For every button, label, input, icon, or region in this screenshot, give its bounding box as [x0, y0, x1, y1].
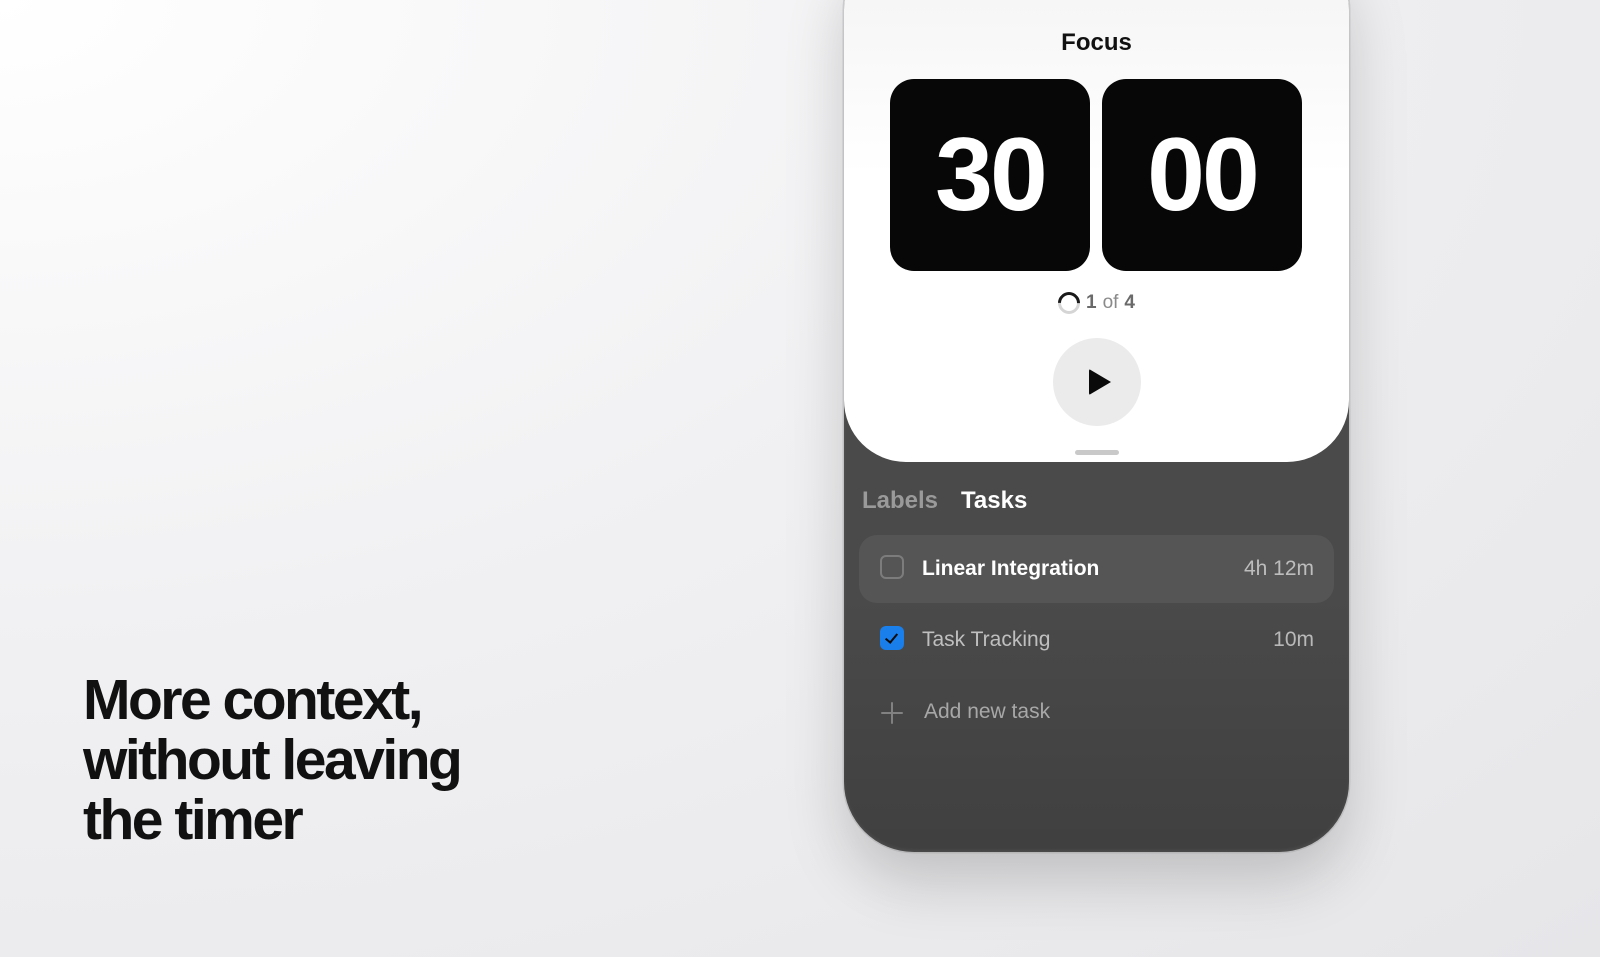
- task-duration: 10m: [1273, 628, 1314, 651]
- session-current: 1: [1085, 292, 1097, 313]
- checkmark-icon: [884, 630, 899, 644]
- plus-icon: [881, 702, 903, 724]
- timer-minutes-card: 30: [890, 79, 1090, 271]
- session-of: of: [1102, 292, 1119, 313]
- timer-sheet: Focus 30 00 1 of 4: [844, 0, 1349, 462]
- phone-frame: Focus 30 00 1 of 4 Labels Tasks Linear I…: [844, 0, 1349, 852]
- session-counter: 1 of 4: [844, 287, 1349, 319]
- task-duration: 4h 12m: [1243, 557, 1314, 580]
- task-name: Task Tracking: [922, 628, 1051, 651]
- session-total: 4: [1124, 292, 1135, 313]
- headline-line-1: More context,: [83, 668, 424, 732]
- timer-seconds-card: 00: [1102, 79, 1302, 271]
- sheet-grabber-handle[interactable]: [1075, 450, 1119, 455]
- tab-tasks[interactable]: Tasks: [961, 487, 1027, 515]
- task-checkbox[interactable]: [880, 626, 904, 650]
- tab-labels[interactable]: Labels: [862, 487, 938, 515]
- timer-mode-title: Focus: [1061, 29, 1132, 56]
- play-button[interactable]: [1053, 338, 1141, 426]
- task-row[interactable]: Linear Integration 4h 12m: [859, 535, 1334, 603]
- headline: More context, without leaving the timer: [83, 668, 463, 852]
- session-progress-icon: [1053, 287, 1085, 319]
- play-icon: [1088, 369, 1111, 395]
- task-name: Linear Integration: [922, 557, 1100, 580]
- panel-tabs: Labels Tasks: [862, 487, 1027, 515]
- task-checkbox[interactable]: [880, 555, 904, 579]
- add-task-button[interactable]: Add new task: [859, 678, 1334, 746]
- add-task-label: Add new task: [924, 700, 1051, 723]
- headline-line-3: the timer: [83, 788, 304, 852]
- task-row[interactable]: Task Tracking 10m: [859, 606, 1334, 674]
- headline-line-2: without leaving: [83, 728, 463, 792]
